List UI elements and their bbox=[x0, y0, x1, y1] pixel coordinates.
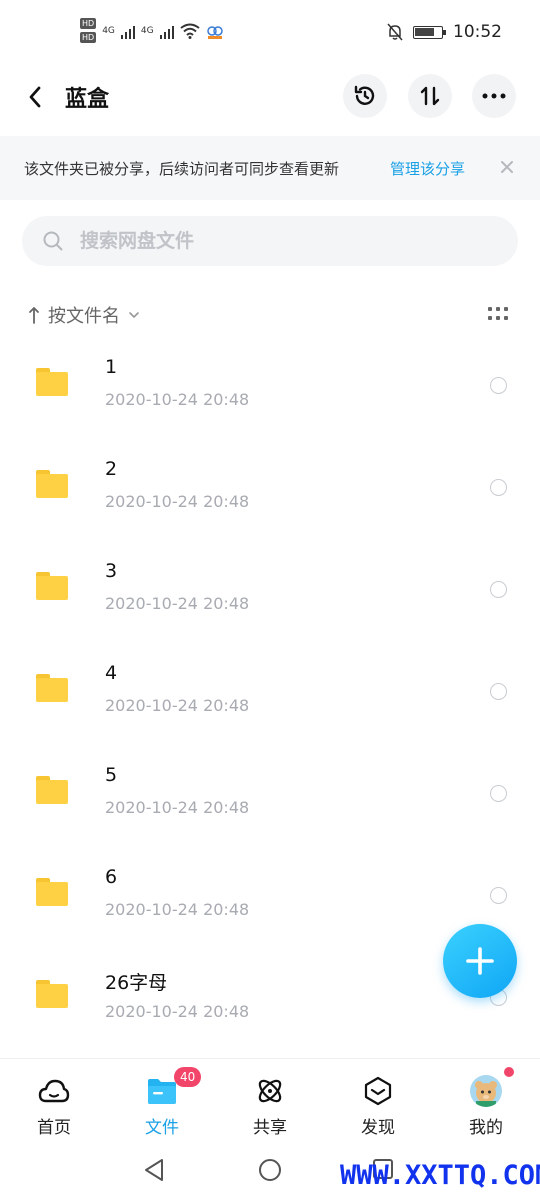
folder-icon bbox=[146, 1075, 178, 1107]
manage-share-link[interactable]: 管理该分享 bbox=[390, 158, 465, 179]
file-date: 2020-10-24 20:48 bbox=[105, 798, 250, 817]
search-bar[interactable] bbox=[22, 216, 518, 266]
file-name: 5 bbox=[105, 764, 118, 786]
file-name: 1 bbox=[105, 356, 118, 378]
select-checkbox[interactable] bbox=[490, 785, 507, 802]
more-button[interactable] bbox=[472, 74, 516, 118]
chevron-left-icon bbox=[29, 86, 41, 108]
bottom-nav: 首页 文件 共享 40 发现 我的 bbox=[0, 1058, 540, 1142]
nav-discover-label: 发现 bbox=[361, 1118, 395, 1138]
sort-button[interactable]: 按文件名 bbox=[28, 302, 140, 328]
search-icon bbox=[43, 231, 63, 251]
nav-home-label: 首页 bbox=[37, 1118, 71, 1138]
select-checkbox[interactable] bbox=[490, 683, 507, 700]
history-button[interactable] bbox=[343, 74, 387, 118]
clock: 10:52 bbox=[453, 22, 502, 42]
file-item[interactable]: 3 2020-10-24 20:48 bbox=[0, 540, 540, 642]
bell-off-icon bbox=[387, 23, 403, 41]
status-right: 10:52 bbox=[387, 22, 502, 42]
file-item[interactable]: 1 2020-10-24 20:48 bbox=[0, 336, 540, 438]
select-checkbox[interactable] bbox=[490, 377, 507, 394]
notification-dot bbox=[504, 1067, 514, 1077]
file-date: 2020-10-24 20:48 bbox=[105, 696, 250, 715]
chevron-down-icon bbox=[129, 312, 139, 319]
header: 蓝盒 bbox=[0, 72, 540, 122]
grid-view-icon[interactable] bbox=[488, 307, 508, 321]
page-title: 蓝盒 bbox=[65, 87, 110, 112]
nav-profile[interactable]: 我的 bbox=[432, 1059, 540, 1143]
transfer-button[interactable] bbox=[408, 74, 452, 118]
plus-icon bbox=[466, 947, 494, 975]
nav-files-label: 文件 bbox=[145, 1118, 179, 1138]
nav-share[interactable]: 共享 bbox=[216, 1059, 324, 1143]
signal-icon bbox=[120, 23, 135, 39]
nav-discover[interactable]: 发现 bbox=[324, 1059, 432, 1143]
nav-profile-label: 我的 bbox=[469, 1118, 503, 1138]
file-item[interactable]: 2 2020-10-24 20:48 bbox=[0, 438, 540, 540]
sort-label: 按文件名 bbox=[48, 306, 120, 327]
hd-badge-1: HD bbox=[80, 18, 97, 29]
close-icon bbox=[501, 161, 513, 173]
folder-icon bbox=[36, 368, 68, 396]
folder-icon bbox=[36, 776, 68, 804]
more-dots-icon bbox=[482, 93, 506, 99]
select-checkbox[interactable] bbox=[490, 581, 507, 598]
file-date: 2020-10-24 20:48 bbox=[105, 390, 250, 409]
folder-icon bbox=[36, 674, 68, 702]
search-input[interactable] bbox=[80, 216, 500, 266]
hd-badge-2: HD bbox=[80, 32, 97, 43]
file-name: 2 bbox=[105, 458, 118, 480]
add-button[interactable] bbox=[443, 924, 517, 998]
atom-icon bbox=[254, 1075, 286, 1107]
history-icon bbox=[354, 85, 375, 105]
file-item[interactable]: 5 2020-10-24 20:48 bbox=[0, 744, 540, 846]
app-notification-icon bbox=[206, 25, 223, 39]
wifi-icon bbox=[179, 23, 200, 39]
battery-icon bbox=[413, 25, 446, 39]
sort-row: 按文件名 bbox=[0, 298, 540, 332]
file-item[interactable]: 4 2020-10-24 20:48 bbox=[0, 642, 540, 744]
select-checkbox[interactable] bbox=[490, 887, 507, 904]
status-bar: HD HD 4G 4G 10:52 bbox=[0, 0, 540, 64]
file-name: 4 bbox=[105, 662, 118, 684]
folder-icon bbox=[36, 572, 68, 600]
watermark-text: WWW.XXTTQ.COM bbox=[340, 1160, 540, 1191]
transfer-arrows-icon bbox=[420, 86, 440, 106]
share-banner-text: 该文件夹已被分享，后续访问者可同步查看更新 bbox=[24, 160, 340, 178]
select-checkbox[interactable] bbox=[490, 479, 507, 496]
system-back-icon[interactable] bbox=[143, 1158, 165, 1182]
share-count-badge: 40 bbox=[174, 1067, 202, 1087]
folder-icon bbox=[36, 980, 68, 1008]
folder-icon bbox=[36, 470, 68, 498]
file-name: 6 bbox=[105, 866, 118, 888]
avatar bbox=[470, 1075, 502, 1107]
nav-home[interactable]: 首页 bbox=[0, 1059, 108, 1143]
cube-icon bbox=[362, 1075, 394, 1107]
folder-icon bbox=[36, 878, 68, 906]
file-name: 26字母 bbox=[105, 972, 168, 994]
file-date: 2020-10-24 20:48 bbox=[105, 594, 250, 613]
status-left: HD HD 4G 4G bbox=[80, 18, 224, 43]
share-banner: 该文件夹已被分享，后续访问者可同步查看更新 管理该分享 bbox=[0, 136, 540, 200]
home-cloud-icon bbox=[38, 1075, 70, 1107]
network-label-2: 4G bbox=[140, 25, 154, 36]
system-home-icon[interactable] bbox=[258, 1158, 282, 1182]
file-date: 2020-10-24 20:48 bbox=[105, 492, 250, 511]
close-banner-button[interactable] bbox=[496, 156, 518, 178]
file-date: 2020-10-24 20:48 bbox=[105, 1002, 250, 1021]
nav-share-label: 共享 bbox=[253, 1118, 287, 1138]
file-date: 2020-10-24 20:48 bbox=[105, 900, 250, 919]
network-label-1: 4G bbox=[102, 25, 115, 36]
arrow-up-icon bbox=[29, 307, 39, 324]
file-name: 3 bbox=[105, 560, 118, 582]
back-button[interactable] bbox=[20, 80, 50, 114]
signal-icon-2 bbox=[159, 23, 174, 39]
